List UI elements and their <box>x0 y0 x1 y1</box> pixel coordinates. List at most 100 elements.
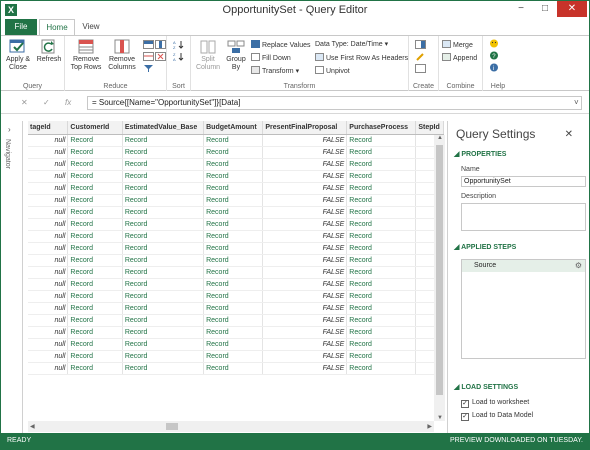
table-cell[interactable]: Record <box>203 206 264 219</box>
help-icon[interactable]: ? <box>489 51 500 60</box>
table-cell[interactable]: Record <box>122 350 205 363</box>
commit-formula-icon[interactable]: ✓ <box>43 98 50 107</box>
table-cell[interactable]: Record <box>67 338 123 351</box>
checkbox-checked-icon[interactable]: ✓ <box>461 400 469 408</box>
table-cell[interactable]: null <box>28 350 69 363</box>
table-cell[interactable]: Record <box>346 206 417 219</box>
table-cell[interactable]: Record <box>67 134 123 147</box>
table-cell[interactable]: null <box>28 302 69 315</box>
query-name-input[interactable]: OpportunitySet <box>461 176 586 187</box>
sort-ascending-icon[interactable]: AZ <box>173 40 184 50</box>
keep-rows-icon[interactable] <box>143 40 154 49</box>
expand-formula-icon[interactable]: ˅ <box>574 98 579 107</box>
column-header[interactable]: PresentFinalProposal <box>262 121 348 135</box>
table-cell[interactable]: Record <box>203 230 264 243</box>
table-cell[interactable]: Record <box>346 278 417 291</box>
table-cell[interactable]: FALSE <box>262 290 348 303</box>
table-cell[interactable]: Record <box>122 326 205 339</box>
close-query-settings-icon[interactable]: ✕ <box>565 129 573 140</box>
table-cell[interactable]: Record <box>67 158 123 171</box>
table-cell[interactable]: Record <box>203 194 264 207</box>
remove-top-rows-button[interactable]: Remove Top Rows <box>69 38 103 72</box>
table-cell[interactable]: Record <box>203 266 264 279</box>
table-cell[interactable]: null <box>28 326 69 339</box>
table-cell[interactable]: Record <box>67 290 123 303</box>
table-cell[interactable]: Record <box>122 362 205 375</box>
table-cell[interactable]: Record <box>346 218 417 231</box>
load-to-worksheet-checkbox[interactable]: ✓ Load to worksheet <box>461 399 529 408</box>
table-cell[interactable]: Record <box>122 206 205 219</box>
table-cell[interactable]: FALSE <box>262 314 348 327</box>
keep-columns-icon[interactable] <box>155 40 166 49</box>
table-cell[interactable]: Record <box>203 326 264 339</box>
table-cell[interactable]: Record <box>346 290 417 303</box>
fill-down-button[interactable]: Fill Down <box>251 53 291 63</box>
properties-header[interactable]: ◢ PROPERTIES <box>454 150 506 158</box>
table-cell[interactable]: Record <box>122 170 205 183</box>
cancel-formula-icon[interactable]: ✕ <box>21 98 28 107</box>
table-cell[interactable]: Record <box>67 206 123 219</box>
column-header[interactable]: PurchaseProcess <box>346 121 417 135</box>
table-cell[interactable]: Record <box>122 254 205 267</box>
table-cell[interactable]: Record <box>203 218 264 231</box>
horizontal-scroll-thumb[interactable] <box>166 423 178 430</box>
unpivot-button[interactable]: Unpivot <box>315 66 350 76</box>
table-cell[interactable]: Record <box>203 242 264 255</box>
filter-icon[interactable] <box>143 64 154 73</box>
table-cell[interactable]: Record <box>67 362 123 375</box>
table-cell[interactable]: Record <box>67 326 123 339</box>
refresh-button[interactable]: Refresh <box>35 38 63 64</box>
table-cell[interactable]: Record <box>67 314 123 327</box>
table-cell[interactable]: null <box>28 230 69 243</box>
gear-icon[interactable]: ⚙ <box>575 260 582 272</box>
column-header[interactable]: CustomerId <box>67 121 123 135</box>
table-cell[interactable]: Record <box>122 230 205 243</box>
table-cell[interactable]: Record <box>346 326 417 339</box>
table-cell[interactable]: Record <box>346 170 417 183</box>
duplicate-column-icon[interactable] <box>415 64 426 73</box>
table-cell[interactable]: Record <box>346 362 417 375</box>
table-cell[interactable]: Record <box>122 278 205 291</box>
sort-descending-icon[interactable]: ZA <box>173 52 184 62</box>
table-cell[interactable]: Record <box>122 134 205 147</box>
table-cell[interactable]: Record <box>122 338 205 351</box>
table-cell[interactable]: Record <box>203 146 264 159</box>
table-cell[interactable]: Record <box>67 146 123 159</box>
vertical-scrollbar[interactable]: ▲ ▼ <box>434 135 445 421</box>
tab-file[interactable]: File <box>5 19 37 35</box>
table-cell[interactable]: null <box>28 338 69 351</box>
table-cell[interactable]: Record <box>67 278 123 291</box>
table-cell[interactable]: Record <box>203 158 264 171</box>
scroll-left-icon[interactable]: ◀ <box>30 423 35 430</box>
scroll-right-icon[interactable]: ▶ <box>427 423 432 430</box>
table-cell[interactable]: null <box>28 266 69 279</box>
insert-custom-column-icon[interactable] <box>415 40 426 49</box>
table-cell[interactable]: Record <box>67 266 123 279</box>
table-cell[interactable]: null <box>28 278 69 291</box>
table-cell[interactable]: Record <box>346 338 417 351</box>
table-cell[interactable]: FALSE <box>262 362 348 375</box>
table-cell[interactable]: Record <box>203 278 264 291</box>
checkbox-checked-icon[interactable]: ✓ <box>461 413 469 421</box>
table-cell[interactable]: Record <box>203 362 264 375</box>
table-cell[interactable]: Record <box>122 146 205 159</box>
table-cell[interactable]: Record <box>67 242 123 255</box>
table-cell[interactable]: Record <box>122 242 205 255</box>
apply-close-button[interactable]: Apply & Close <box>5 38 31 72</box>
table-cell[interactable]: Record <box>203 290 264 303</box>
fx-icon[interactable]: fx <box>65 98 71 107</box>
table-cell[interactable]: FALSE <box>262 254 348 267</box>
table-cell[interactable]: Record <box>346 230 417 243</box>
table-cell[interactable]: Record <box>346 134 417 147</box>
tab-view[interactable]: View <box>77 19 105 35</box>
table-cell[interactable]: FALSE <box>262 242 348 255</box>
horizontal-scrollbar[interactable]: ◀ ▶ <box>28 421 434 432</box>
column-header[interactable]: EstimatedValue_Base <box>122 121 205 135</box>
applied-steps-header[interactable]: ◢ APPLIED STEPS <box>454 243 516 251</box>
table-cell[interactable]: Record <box>122 314 205 327</box>
table-cell[interactable]: null <box>28 206 69 219</box>
table-cell[interactable]: FALSE <box>262 182 348 195</box>
remove-errors-icon[interactable] <box>155 52 166 61</box>
table-cell[interactable]: null <box>28 242 69 255</box>
column-header[interactable]: StepId <box>415 121 444 135</box>
